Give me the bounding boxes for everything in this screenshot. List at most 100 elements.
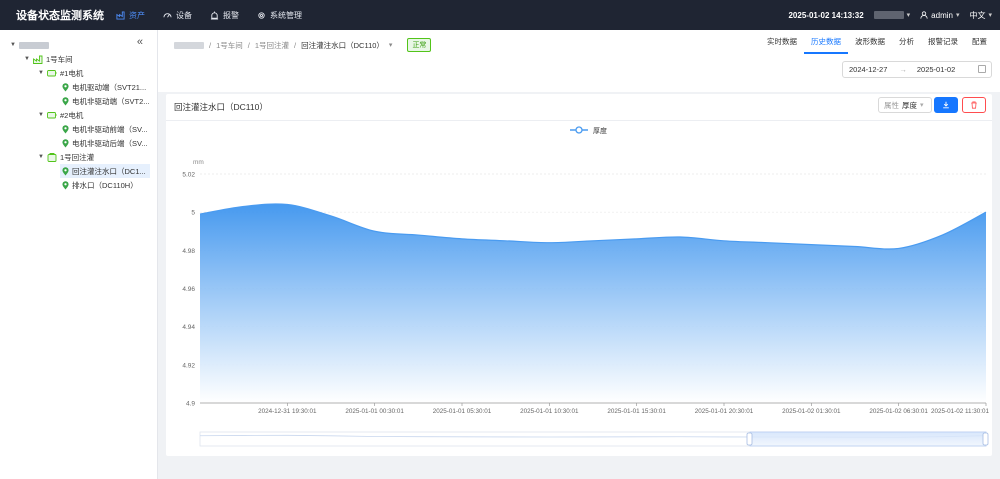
zoom-handle-right[interactable] [982,432,989,446]
breadcrumb-separator: / [247,40,250,50]
status-badge: 正常 [407,38,432,52]
breadcrumb-separator: / [294,40,297,50]
nav-item-label: 资产 [129,10,145,20]
legend-label: 厚度 [593,126,607,135]
y-tick-label: 4.92 [182,362,195,369]
app-title: 设备状态监测系统 [16,10,104,22]
chevron-down-icon: ▾ [906,12,911,19]
redacted-crumb [174,41,204,49]
y-axis-unit: mm [193,159,204,166]
user-name: admin [931,10,953,20]
nav-item-devices[interactable]: 设备 [163,10,192,21]
tree-node-tank-1[interactable]: ▼ 1号回注灌 [38,150,94,164]
tree-node-point[interactable]: 电机非驱动前端（SV... [62,122,148,136]
top-nav: 资产 设备 报警 系统管理 [116,10,320,21]
breadcrumb-item[interactable]: 1号回注灌 [255,40,289,51]
start-date[interactable]: 2024-12-27 [849,65,887,74]
chevron-down-icon: ▾ [955,12,960,19]
caret-down-icon[interactable]: ▼ [38,112,44,118]
tab-alarm-records[interactable]: 报警记录 [921,30,965,54]
chart-legend[interactable]: 厚度 [570,126,607,135]
caret-down-icon[interactable]: ▼ [24,56,30,62]
breadcrumb-current[interactable]: 回注灌注水口（DC110） [301,40,384,51]
tree-node-label: 电机驱动端（SVT21... [72,82,147,92]
tree-node-label: 电机非驱动前端（SV... [72,124,148,134]
tree-node-motor-2[interactable]: ▼ #2电机 [38,108,83,122]
thickness-series-area [200,203,986,403]
download-button[interactable] [934,97,958,113]
tree-node-point[interactable]: 排水口（DC110H） [62,178,138,192]
user-menu[interactable]: admin ▾ [920,11,959,20]
tab-realtime[interactable]: 实时数据 [760,30,804,54]
tree-node-label: #2电机 [60,110,84,120]
zoom-handle-left[interactable] [746,432,753,446]
gear-icon [258,11,265,19]
view-tabs: 实时数据 历史数据 波形数据 分析 报警记录 配置 [760,30,994,54]
tank-icon [47,152,57,162]
motor-icon [47,112,57,119]
x-tick-label: 2025-01-01 05:30:01 [433,408,492,415]
x-tick-label: 2025-01-01 15:30:01 [607,408,666,415]
breadcrumb-bar: / 1号车间 / 1号回注灌 / 回注灌注水口（DC110） ▾ 正常 实时数据… [158,30,1000,92]
language-selector[interactable]: 中文 ▾ [969,10,992,21]
tree-node-point-selected[interactable]: 回注灌注水口（DC1... [60,164,150,178]
legend-marker [575,126,583,134]
tree-node-point[interactable]: 电机非驱动端（SVT2... [62,94,150,108]
breadcrumb-item[interactable]: 1号车间 [216,40,243,51]
tree-node-workshop-1[interactable]: ▼ 1号车间 [24,52,73,66]
y-tick-label: 4.96 [182,286,195,293]
location-pin-icon [62,166,69,175]
breadcrumb: / 1号车间 / 1号回注灌 / 回注灌注水口（DC110） ▾ 正常 [174,38,432,52]
trash-icon [971,101,977,109]
history-chart-card: 回注灌注水口（DC110） 属性 厚度 ▾ 厚度 mm 4.9 4.92 4.9… [166,94,992,456]
nav-item-alarms[interactable]: 报警 [210,10,239,21]
property-select[interactable]: 属性 厚度 ▾ [878,97,932,113]
location-pin-icon [62,124,69,133]
chevron-down-icon: ▾ [988,12,992,19]
tab-config[interactable]: 配置 [965,30,994,54]
x-tick-label: 2025-01-02 06:30:01 [869,408,928,415]
tab-waveform[interactable]: 波形数据 [848,30,892,54]
tab-analysis[interactable]: 分析 [892,30,921,54]
location-pin-icon [62,96,69,105]
asset-tree-sidebar: « ▼ ▼ 1号车间 ▼ #1电机 电机驱动端（SVT21... 电机非驱动端（… [0,30,158,479]
nav-item-label: 报警 [223,10,239,20]
tree-node-label: 1号回注灌 [60,152,95,162]
y-tick-label: 4.9 [186,401,195,408]
nav-item-system[interactable]: 系统管理 [257,10,302,21]
main-content: / 1号车间 / 1号回注灌 / 回注灌注水口（DC110） ▾ 正常 实时数据… [158,30,1000,479]
date-range-picker[interactable]: 2024-12-27 → 2025-01-02 [842,61,992,78]
tree-node-label: 排水口（DC110H） [72,180,138,190]
caret-down-icon[interactable]: ▼ [10,42,16,48]
end-date[interactable]: 2025-01-02 [917,65,955,74]
user-icon [920,11,928,19]
chevron-down-icon: ▾ [920,102,924,109]
x-tick-label: 2025-01-02 11:30:01 [931,408,990,415]
property-select-value: 厚度 [902,100,917,110]
redacted-org [873,11,904,19]
tree-node-motor-1[interactable]: ▼ #1电机 [38,66,83,80]
chevron-down-icon[interactable]: ▾ [389,41,393,49]
tree-node-root[interactable]: ▼ [10,38,49,52]
nav-item-label: 系统管理 [270,10,302,20]
header-right: 2025-01-02 14:13:32 ▾ admin ▾ 中文 ▾ [788,0,992,30]
zoom-window[interactable] [749,431,987,447]
caret-down-icon[interactable]: ▼ [38,154,44,160]
download-icon [943,101,949,109]
tree-node-label: 1号车间 [46,54,73,64]
nav-item-assets[interactable]: 资产 [116,10,145,21]
data-zoom-slider[interactable] [199,431,989,447]
tree-node-point[interactable]: 电机非驱动后端（SV... [62,136,148,150]
calendar-icon [978,65,986,73]
delete-button[interactable] [962,97,986,113]
tree-node-point[interactable]: 电机驱动端（SVT21... [62,80,146,94]
y-tick-label: 4.94 [182,324,195,331]
org-selector[interactable]: ▾ [873,11,911,19]
tree-node-label: #1电机 [60,68,84,78]
tab-history[interactable]: 历史数据 [804,30,848,54]
location-pin-icon [62,180,69,189]
caret-down-icon[interactable]: ▼ [38,70,44,76]
double-chevron-left-icon[interactable]: « [137,36,143,48]
gauge-icon [163,12,172,18]
tree-node-label: 电机非驱动端（SVT2... [72,96,150,106]
